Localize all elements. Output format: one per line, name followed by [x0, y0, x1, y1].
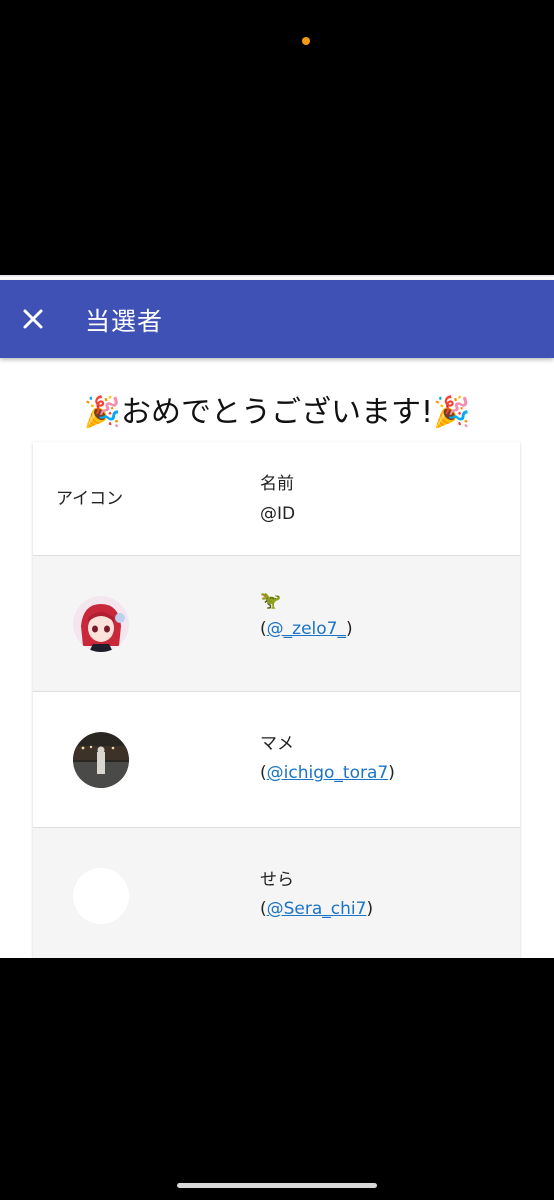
paren-open: (	[260, 763, 267, 783]
congratulations-heading: 🎉おめでとうございます!🎉	[83, 395, 471, 430]
handle-link[interactable]: @Sera_chi7	[267, 899, 367, 919]
close-icon	[23, 309, 43, 329]
app-bar: 当選者	[0, 280, 554, 358]
table-row: せら (@Sera_chi7)	[33, 828, 520, 958]
winner-handle: (@Sera_chi7)	[260, 897, 373, 921]
status-bar-area	[0, 0, 554, 276]
paren-open: (	[260, 619, 267, 639]
header-icon-column: アイコン	[56, 489, 124, 509]
table-row: マメ (@ichigo_tora7)	[33, 692, 520, 828]
winners-screen: 当選者 🎉おめでとうございます!🎉 アイコン 名前 @ID 🦖 (@_zelo7…	[0, 277, 554, 958]
table-header: アイコン 名前 @ID	[33, 442, 520, 556]
winners-table: アイコン 名前 @ID 🦖 (@_zelo7_) マメ (@ichigo_tor…	[33, 442, 520, 958]
paren-open: (	[260, 899, 267, 919]
page-title: 当選者	[85, 307, 164, 336]
winner-name: マメ	[260, 734, 294, 754]
paren-close: )	[366, 899, 374, 919]
table-row: 🦖 (@_zelo7_)	[33, 556, 520, 692]
privacy-indicator-icon	[302, 37, 310, 45]
paren-close: )	[388, 763, 395, 783]
close-button[interactable]	[13, 299, 53, 339]
handle-link[interactable]: @_zelo7_	[267, 619, 346, 639]
bottom-bar-area	[0, 958, 554, 1200]
header-name-column: 名前	[260, 474, 294, 494]
photo-avatar-icon[interactable]	[73, 732, 129, 788]
home-indicator[interactable]	[177, 1183, 377, 1188]
paren-close: )	[345, 619, 353, 639]
winner-name: せら	[260, 870, 294, 890]
winner-name: 🦖	[260, 591, 282, 611]
winner-handle: (@ichigo_tora7)	[260, 761, 395, 785]
winner-handle: (@_zelo7_)	[260, 617, 353, 641]
header-id-column: @ID	[260, 504, 296, 524]
blank-avatar-icon[interactable]	[73, 868, 129, 924]
anime-avatar-icon[interactable]	[73, 596, 129, 652]
handle-link[interactable]: @ichigo_tora7	[267, 763, 389, 783]
